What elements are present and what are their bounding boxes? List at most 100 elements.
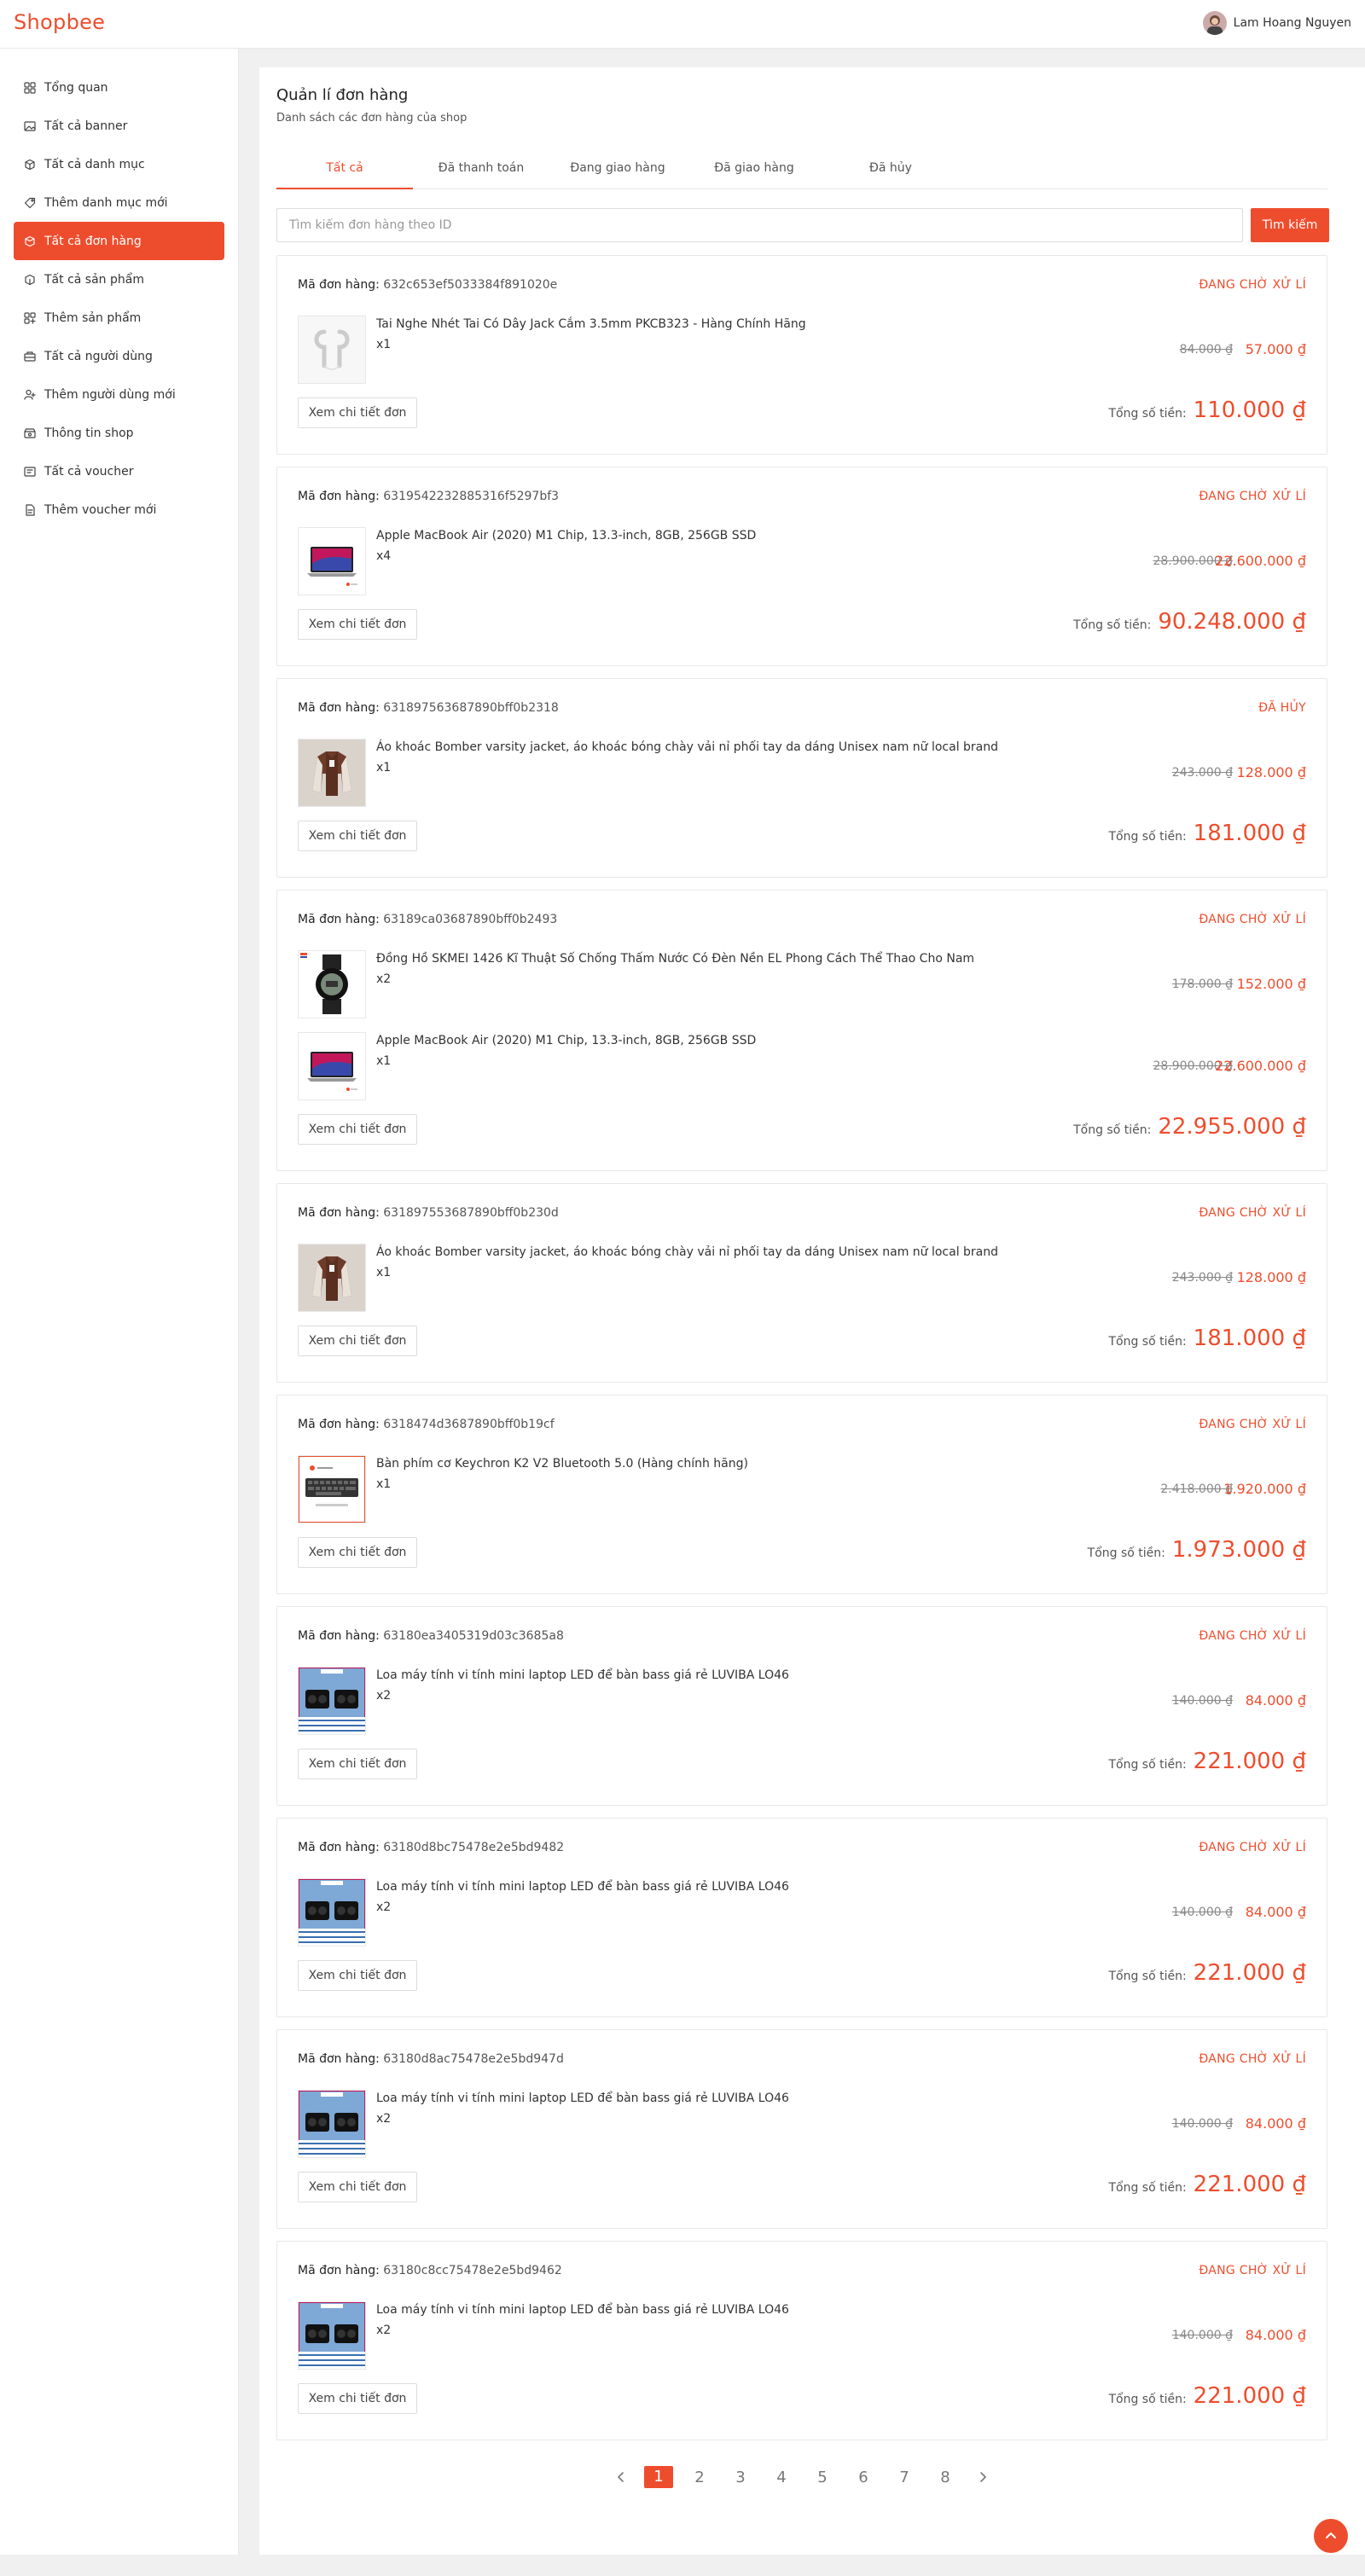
order-search-input[interactable] xyxy=(276,208,1243,242)
view-order-detail-button[interactable]: Xem chi tiết đơn xyxy=(298,1114,417,1145)
sidebar-item-label: Tất cả voucher xyxy=(44,464,134,479)
sidebar-item-10[interactable]: Thông tin shop xyxy=(14,414,224,452)
product-thumbnail[interactable] xyxy=(298,950,366,1018)
sidebar-item-2[interactable]: Tất cả banner xyxy=(14,107,224,145)
sidebar-item-4[interactable]: Thêm danh mục mới xyxy=(14,183,224,222)
product-thumbnail[interactable] xyxy=(298,1244,366,1312)
sidebar-item-8[interactable]: Tất cả người dùng xyxy=(14,337,224,375)
page-4[interactable]: 4 xyxy=(761,2469,802,2486)
order-item[interactable]: Loa máy tính vi tính mini laptop LED để … xyxy=(277,1875,1327,1957)
original-price: 84.000 ₫ xyxy=(1179,343,1233,357)
view-order-detail-button[interactable]: Xem chi tiết đơn xyxy=(298,609,417,640)
search-button[interactable]: Tìm kiếm xyxy=(1251,208,1329,242)
product-thumbnail[interactable] xyxy=(298,1032,366,1100)
sidebar-item-11[interactable]: Tất cả voucher xyxy=(14,452,224,490)
tab-2[interactable]: Đã thanh toán xyxy=(413,147,549,189)
order-status-badge: ĐANG CHỜ XỬ LÍ xyxy=(1199,1418,1306,1431)
product-thumbnail[interactable] xyxy=(298,1455,366,1523)
page-3[interactable]: 3 xyxy=(720,2469,761,2486)
original-price: 243.000 ₫ xyxy=(1171,766,1233,780)
scroll-top-button[interactable] xyxy=(1314,2519,1348,2553)
order-item[interactable]: Đồng Hồ SKMEI 1426 Kĩ Thuật Số Chống Thấ… xyxy=(277,947,1327,1029)
page-2[interactable]: 2 xyxy=(679,2469,720,2486)
product-thumbnail[interactable] xyxy=(298,2090,366,2158)
order-item[interactable]: Loa máy tính vi tính mini laptop LED để … xyxy=(277,2086,1327,2168)
sidebar-item-label: Thêm danh mục mới xyxy=(44,195,168,210)
view-order-detail-button[interactable]: Xem chi tiết đơn xyxy=(298,1749,417,1779)
order-total: Tổng số tiền: 22.955.000 ₫ xyxy=(1073,1114,1306,1140)
product-thumbnail[interactable] xyxy=(298,316,366,384)
order-header: Mã đơn hàng: 6318474d3687890bff0b19cf ĐAN… xyxy=(277,1395,1327,1452)
page-7[interactable]: 7 xyxy=(884,2469,925,2486)
order-card: Mã đơn hàng: 6318474d3687890bff0b19cf ĐAN… xyxy=(276,1395,1327,1594)
order-item[interactable]: Loa máy tính vi tính mini laptop LED để … xyxy=(277,1663,1327,1745)
order-id-value: 63189ca03687890bff0b2493 xyxy=(379,913,558,926)
product-thumbnail[interactable] xyxy=(298,527,366,595)
page-6[interactable]: 6 xyxy=(843,2469,884,2486)
page-5[interactable]: 5 xyxy=(802,2469,843,2486)
sidebar-item-3[interactable]: Tất cả danh mục xyxy=(14,145,224,183)
sidebar-item-label: Tất cả người dùng xyxy=(44,349,153,363)
tab-4[interactable]: Đã giao hàng xyxy=(686,147,822,189)
order-id-value: 6319542232885316f5297bf3 xyxy=(379,490,560,503)
sidebar-item-label: Tổng quan xyxy=(44,80,108,95)
product-quantity: x1 xyxy=(376,1477,392,1491)
view-order-detail-button[interactable]: Xem chi tiết đơn xyxy=(298,2172,417,2202)
sidebar-item-12[interactable]: Thêm voucher mới xyxy=(14,490,224,529)
order-header: Mã đơn hàng: 631897563687890bff0b2318 ĐÃ … xyxy=(277,679,1327,735)
view-order-detail-button[interactable]: Xem chi tiết đơn xyxy=(298,1960,417,1991)
sidebar-item-1[interactable]: Tổng quan xyxy=(14,68,224,107)
tab-1[interactable]: Tất cả xyxy=(276,147,413,189)
order-item[interactable]: Loa máy tính vi tính mini laptop LED để … xyxy=(277,2298,1327,2380)
order-id-value: 63180c8cc75478e2e5bd9462 xyxy=(379,2264,562,2277)
view-order-detail-button[interactable]: Xem chi tiết đơn xyxy=(298,821,417,851)
order-total: Tổng số tiền: 221.000 ₫ xyxy=(1108,1749,1306,1774)
product-thumbnail[interactable] xyxy=(298,1878,366,1947)
order-header: Mã đơn hàng: 631897553687890bff0b230d ĐAN… xyxy=(277,1184,1327,1240)
tab-5[interactable]: Đã hủy xyxy=(822,147,959,189)
order-item[interactable]: Apple MacBook Air (2020) M1 Chip, 13.3-i… xyxy=(277,524,1327,606)
view-order-detail-button[interactable]: Xem chi tiết đơn xyxy=(298,1326,417,1356)
chevron-right-icon xyxy=(980,2471,987,2482)
sidebar-item-label: Thêm voucher mới xyxy=(44,502,157,517)
tab-3[interactable]: Đang giao hàng xyxy=(549,147,686,189)
brand-logo[interactable]: Shopbee xyxy=(14,10,105,34)
product-thumbnail[interactable] xyxy=(298,1667,366,1735)
product-thumbnail[interactable] xyxy=(298,739,366,807)
view-order-detail-button[interactable]: Xem chi tiết đơn xyxy=(298,397,417,428)
order-item[interactable]: Tai Nghe Nhét Tai Có Dây Jack Cắm 3.5mm … xyxy=(277,312,1327,394)
sidebar-item-6[interactable]: Tất cả sản phẩm xyxy=(14,260,224,299)
order-total: Tổng số tiền: 90.248.000 ₫ xyxy=(1073,609,1306,635)
order-status-badge: ĐÃ HỦY xyxy=(1258,701,1306,715)
page-1[interactable]: 1 xyxy=(644,2466,673,2488)
product-name: Đồng Hồ SKMEI 1426 Kĩ Thuật Số Chống Thấ… xyxy=(376,952,975,966)
prev-page-button[interactable] xyxy=(604,2467,638,2488)
view-order-detail-button[interactable]: Xem chi tiết đơn xyxy=(298,2383,417,2414)
user-menu[interactable]: Lam Hoang Nguyen xyxy=(1202,11,1351,35)
page-8[interactable]: 8 xyxy=(925,2469,966,2486)
total-label: Tổng số tiền: xyxy=(1073,618,1152,632)
order-item[interactable]: Áo khoác Bomber varsity jacket, áo khoác… xyxy=(277,1240,1327,1322)
order-id-value: 632c653ef5033384f891020e xyxy=(379,278,558,292)
order-id-label: Mã đơn hàng: xyxy=(298,1418,380,1431)
order-item[interactable]: Bàn phím cơ Keychron K2 V2 Bluetooth 5.0… xyxy=(277,1452,1327,1534)
sale-price: 84.000 ₫ xyxy=(1245,2327,1306,2343)
next-page-button[interactable] xyxy=(966,2467,1000,2488)
order-card: Mã đơn hàng: 63180ea3405319d03c3685a8 ĐAN… xyxy=(276,1606,1327,1806)
product-name: Loa máy tính vi tính mini laptop LED để … xyxy=(376,1880,789,1894)
order-item[interactable]: Áo khoác Bomber varsity jacket, áo khoác… xyxy=(277,735,1327,817)
order-total: Tổng số tiền: 1.973.000 ₫ xyxy=(1088,1537,1306,1563)
order-total: Tổng số tiền: 221.000 ₫ xyxy=(1108,2172,1306,2197)
sidebar-item-7[interactable]: Thêm sản phẩm xyxy=(14,299,224,337)
order-id-label: Mã đơn hàng: xyxy=(298,2052,380,2066)
sidebar-item-9[interactable]: Thêm người dùng mới xyxy=(14,375,224,414)
sidebar-item-5[interactable]: Tất cả đơn hàng xyxy=(14,222,224,260)
view-order-detail-button[interactable]: Xem chi tiết đơn xyxy=(298,1537,417,1568)
order-status-badge: ĐANG CHỜ XỬ LÍ xyxy=(1199,278,1306,292)
shop-icon xyxy=(24,427,36,439)
product-thumbnail[interactable] xyxy=(298,2301,366,2370)
product-quantity: x1 xyxy=(376,1266,392,1279)
product-quantity: x1 xyxy=(376,338,392,351)
order-id-value: 6318474d3687890bff0b19cf xyxy=(379,1418,555,1431)
order-item[interactable]: Apple MacBook Air (2020) M1 Chip, 13.3-i… xyxy=(277,1029,1327,1111)
